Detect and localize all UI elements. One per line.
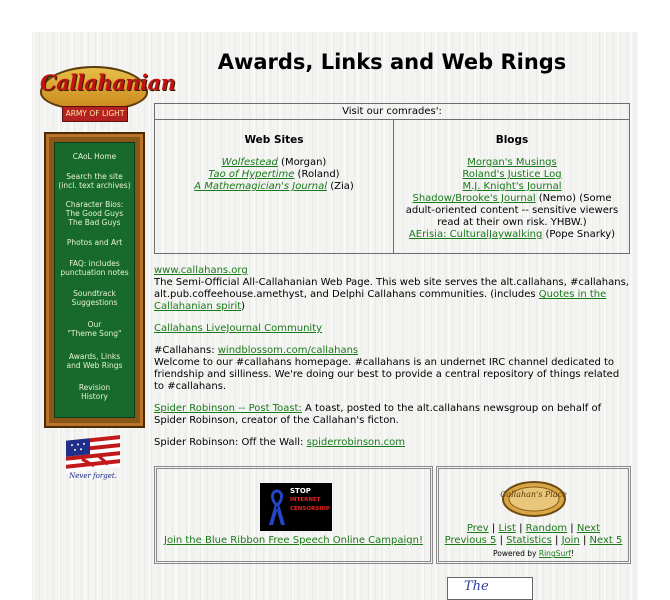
- livejournal-community-link[interactable]: Callahans LiveJournal Community: [154, 323, 322, 334]
- blog-note: (Nemo) (Some: [535, 193, 612, 204]
- logo-text: Callahanian: [40, 70, 176, 95]
- website-owner: (Roland): [294, 169, 340, 180]
- link-prefix: #Callahans:: [154, 345, 218, 356]
- blog-link-mjknight[interactable]: M.J. Knight's Journal: [462, 181, 561, 192]
- sidebar-item-photos[interactable]: Photos and Art: [55, 238, 134, 247]
- separator: |: [488, 523, 499, 534]
- sidebar-item-search[interactable]: Search the site (incl. text archives): [55, 172, 134, 190]
- website-owner: (Morgan): [277, 157, 327, 168]
- flag-icon: [66, 435, 120, 473]
- webring-join-link[interactable]: Join: [562, 535, 580, 546]
- blue-ribbon-box: STOP INTERNET CENSORSHIP Join the Blue R…: [154, 466, 433, 564]
- powered-prefix: Powered by: [493, 549, 539, 558]
- webring-next-link[interactable]: Next: [577, 523, 600, 534]
- award-image[interactable]: The: [447, 577, 533, 600]
- separator: |: [567, 523, 577, 534]
- webring-random-link[interactable]: Random: [526, 523, 567, 534]
- blog-link-shadow[interactable]: Shadow/Brooke's Journal: [412, 193, 535, 204]
- separator: |: [551, 535, 562, 546]
- webring-previous5-link[interactable]: Previous 5: [445, 535, 497, 546]
- webring-next5-link[interactable]: Next 5: [590, 535, 623, 546]
- windblossom-link[interactable]: windblossom.com/callahans: [218, 345, 358, 356]
- sidebar-nav: CAoL Home Search the site (incl. text ar…: [54, 142, 135, 418]
- paren-close: ): [241, 301, 246, 312]
- blue-ribbon-join-link[interactable]: Join the Blue Ribbon Free Speech Online …: [164, 535, 423, 546]
- sidebar-item-faq[interactable]: FAQ: includes punctuation notes: [55, 259, 134, 277]
- sidebar-item-character-bios[interactable]: Character Bios: The Good Guys The Bad Gu…: [55, 200, 134, 227]
- sidebar-item-theme-song[interactable]: Our "Theme Song": [55, 320, 134, 338]
- stop-censorship-text: STOP INTERNET CENSORSHIP: [290, 487, 330, 513]
- websites-column: Web Sites Wolfestead (Morgan) Tao of Hyp…: [155, 120, 394, 253]
- links-list: www.callahans.org The Semi-Official All-…: [154, 265, 632, 459]
- award-image-text: The: [464, 579, 489, 594]
- flag-caption: Never forget.: [69, 472, 117, 480]
- blogs-column: Blogs Morgan's Musings Roland's Justice …: [394, 120, 630, 253]
- blogs-heading: Blogs: [495, 134, 529, 146]
- powered-by: Powered by RingSurf!: [439, 549, 628, 558]
- websites-heading: Web Sites: [244, 134, 304, 146]
- list-item: Spider Robinson -- Post Toast: A toast, …: [154, 403, 632, 427]
- blue-ribbon-banner[interactable]: STOP INTERNET CENSORSHIP: [260, 483, 332, 531]
- blog-link-aerisia[interactable]: AErisia: CulturalJaywalking: [409, 229, 542, 240]
- logo-ribbon: ARMY OF LIGHT: [62, 106, 128, 122]
- powered-suffix: !: [570, 549, 574, 558]
- stop-line: INTERNET: [290, 497, 321, 503]
- ringsurf-link[interactable]: RingSurf: [539, 549, 571, 558]
- page-title: Awards, Links and Web Rings: [217, 50, 567, 74]
- blog-owner: (Pope Snarky): [542, 229, 616, 240]
- webring-prev-link[interactable]: Prev: [467, 523, 489, 534]
- callahans-place-logo-text: Callahan's Place: [500, 490, 567, 499]
- sidebar-item-soundtrack[interactable]: Soundtrack Suggestions: [55, 289, 134, 307]
- list-item: Wolfestead (Morgan): [155, 157, 393, 169]
- separator: |: [515, 523, 526, 534]
- webring-box: Callahan's Place Prev | List | Random | …: [436, 466, 631, 564]
- blog-note: read at their own risk. YHBW.): [437, 217, 587, 228]
- blue-ribbon-icon: [269, 489, 285, 525]
- list-item: #Callahans: windblossom.com/callahans We…: [154, 345, 632, 393]
- comrades-table: Visit our comrades': Web Sites Wolfestea…: [154, 103, 630, 254]
- blog-link-roland[interactable]: Roland's Justice Log: [462, 169, 561, 180]
- sidebar-item-awards-links[interactable]: Awards, Links and Web Rings: [55, 352, 134, 370]
- website-link-mathemagician[interactable]: A Mathemagician's Journal: [194, 181, 327, 192]
- link-description: Welcome to our #callahans homepage. #cal…: [154, 357, 620, 392]
- website-link-wolfestead[interactable]: Wolfestead: [222, 157, 278, 168]
- list-item: Callahans LiveJournal Community: [154, 323, 632, 335]
- list-item: Spider Robinson: Off the Wall: spiderrob…: [154, 437, 632, 449]
- webring-nav-row2: Previous 5 | Statistics | Join | Next 5: [439, 535, 628, 547]
- list-item: www.callahans.org The Semi-Official All-…: [154, 265, 632, 313]
- spiderrobinson-link[interactable]: spiderrobinson.com: [307, 437, 405, 448]
- separator: |: [496, 535, 507, 546]
- sidebar-item-revision-history[interactable]: Revision History: [55, 383, 134, 401]
- website-owner: (Zia): [327, 181, 354, 192]
- site-logo[interactable]: Callahanian ARMY OF LIGHT: [40, 58, 176, 128]
- webring-statistics-link[interactable]: Statistics: [506, 535, 552, 546]
- stop-line: CENSORSHIP: [290, 506, 330, 512]
- website-link-tao[interactable]: Tao of Hypertime: [208, 169, 294, 180]
- webring-list-link[interactable]: List: [498, 523, 515, 534]
- webring-nav-row1: Prev | List | Random | Next: [439, 523, 628, 535]
- comrades-header: Visit our comrades':: [155, 104, 629, 120]
- blog-link-morgan[interactable]: Morgan's Musings: [467, 157, 556, 168]
- sidebar-frame: CAoL Home Search the site (incl. text ar…: [44, 132, 145, 428]
- separator: |: [579, 535, 590, 546]
- sidebar-item-home[interactable]: CAoL Home: [55, 152, 134, 161]
- list-item: Tao of Hypertime (Roland): [155, 169, 393, 181]
- link-prefix: Spider Robinson: Off the Wall:: [154, 437, 307, 448]
- stop-line: STOP: [290, 487, 311, 495]
- list-item: A Mathemagician's Journal (Zia): [155, 181, 393, 193]
- callahans-org-link[interactable]: www.callahans.org: [154, 265, 248, 276]
- post-toast-link[interactable]: Spider Robinson -- Post Toast:: [154, 403, 302, 414]
- blog-note: adult-oriented content -- sensitive view…: [405, 205, 619, 216]
